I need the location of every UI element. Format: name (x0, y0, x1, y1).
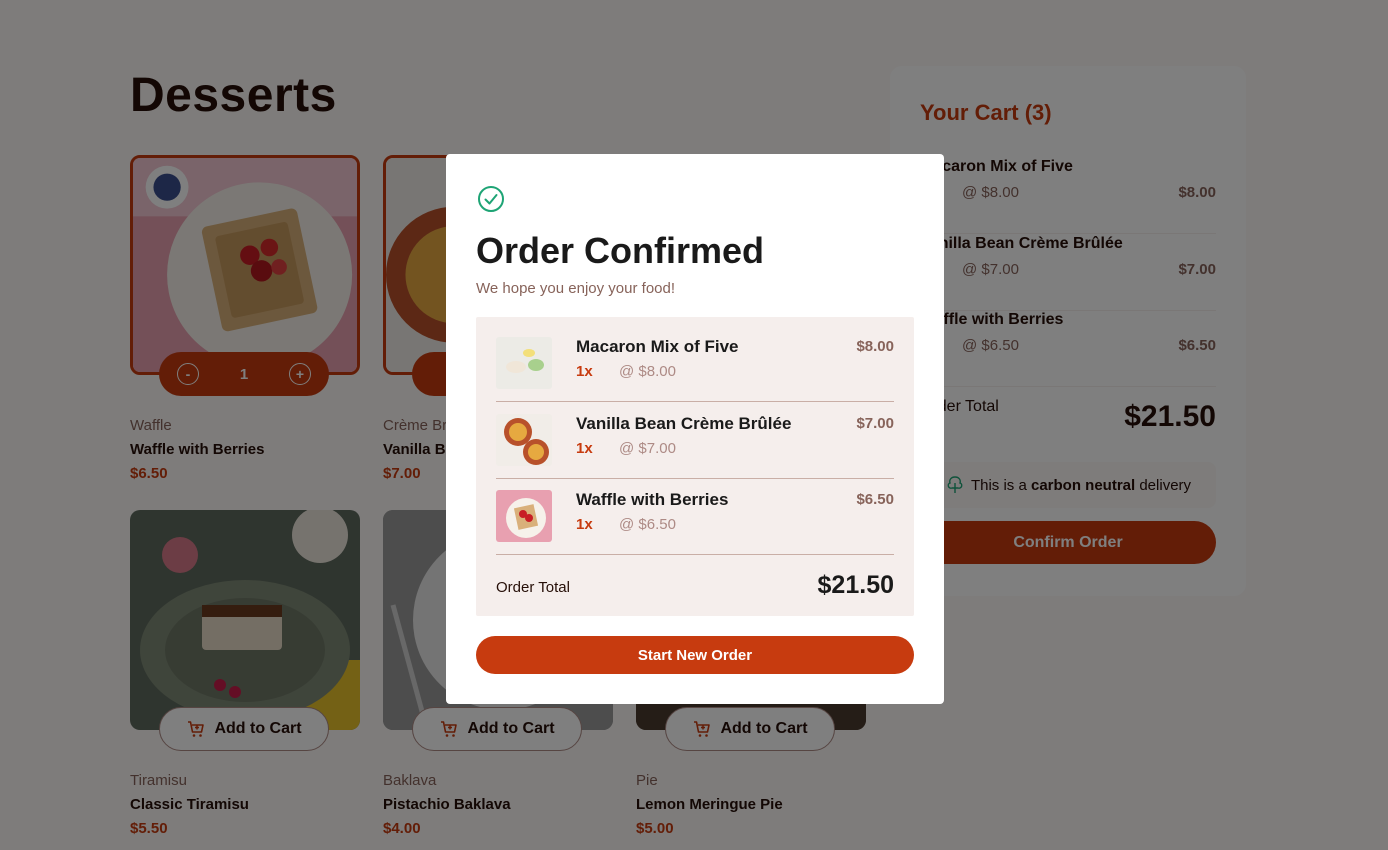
order-item: Vanilla Bean Crème Brûlée 1x @ $7.00 $7.… (496, 402, 894, 479)
modal-subtitle: We hope you enjoy your food! (476, 280, 676, 297)
order-item-total: $7.00 (856, 415, 894, 432)
order-item-thumbnail (496, 337, 552, 389)
start-new-order-button[interactable]: Start New Order (476, 636, 914, 674)
order-item-total: $6.50 (856, 491, 894, 508)
order-item: Waffle with Berries 1x @ $6.50 $6.50 (496, 478, 894, 555)
order-item-qty: 1x (576, 440, 593, 457)
order-item-qty: 1x (576, 363, 593, 380)
order-item-unit-price: @ $7.00 (619, 440, 676, 457)
order-item-thumbnail (496, 414, 552, 466)
modal-title: Order Confirmed (476, 230, 765, 271)
order-item: Macaron Mix of Five 1x @ $8.00 $8.00 (496, 325, 894, 402)
order-item-qty: 1x (576, 516, 593, 533)
check-circle-icon (478, 186, 504, 212)
order-item-name: Vanilla Bean Crème Brûlée (576, 414, 792, 433)
order-item-name: Macaron Mix of Five (576, 337, 739, 356)
order-confirmed-modal: Order Confirmed We hope you enjoy your f… (446, 154, 944, 704)
order-item-name: Waffle with Berries (576, 490, 729, 509)
order-summary: Macaron Mix of Five 1x @ $8.00 $8.00 Van… (476, 317, 914, 616)
order-total-value: $21.50 (817, 571, 894, 599)
order-item-total: $8.00 (856, 338, 894, 355)
order-item-unit-price: @ $8.00 (619, 363, 676, 380)
order-item-unit-price: @ $6.50 (619, 516, 676, 533)
order-item-thumbnail (496, 490, 552, 542)
order-total-label: Order Total (496, 579, 570, 596)
